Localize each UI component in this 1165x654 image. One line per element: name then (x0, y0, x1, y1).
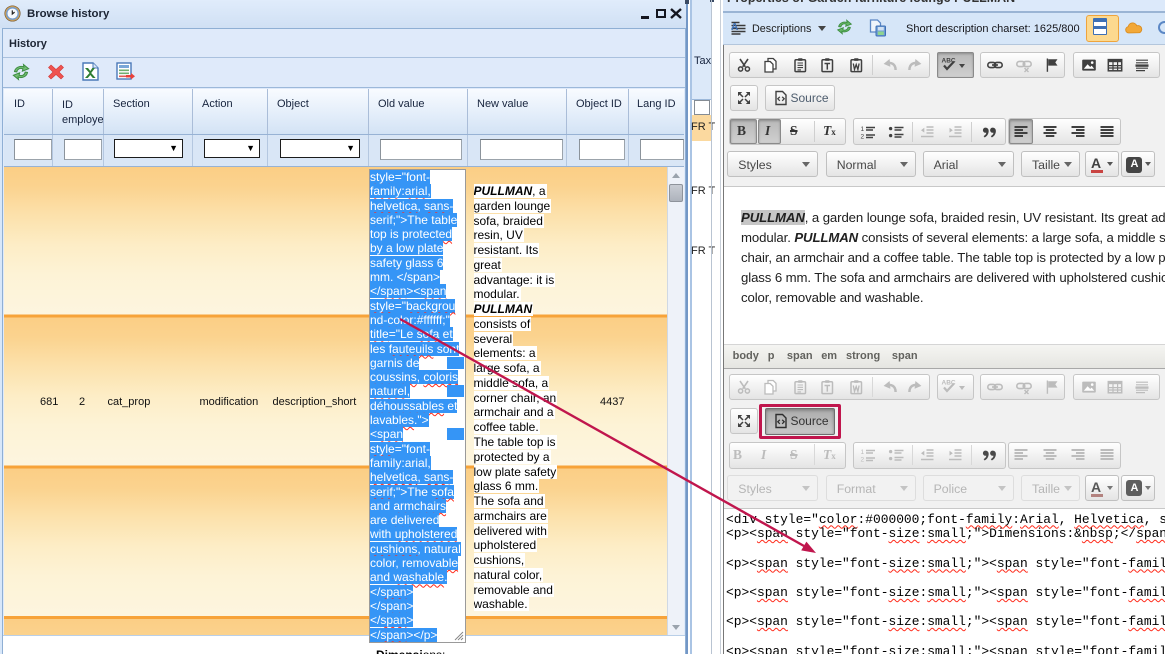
svg-text:A: A (731, 22, 738, 33)
